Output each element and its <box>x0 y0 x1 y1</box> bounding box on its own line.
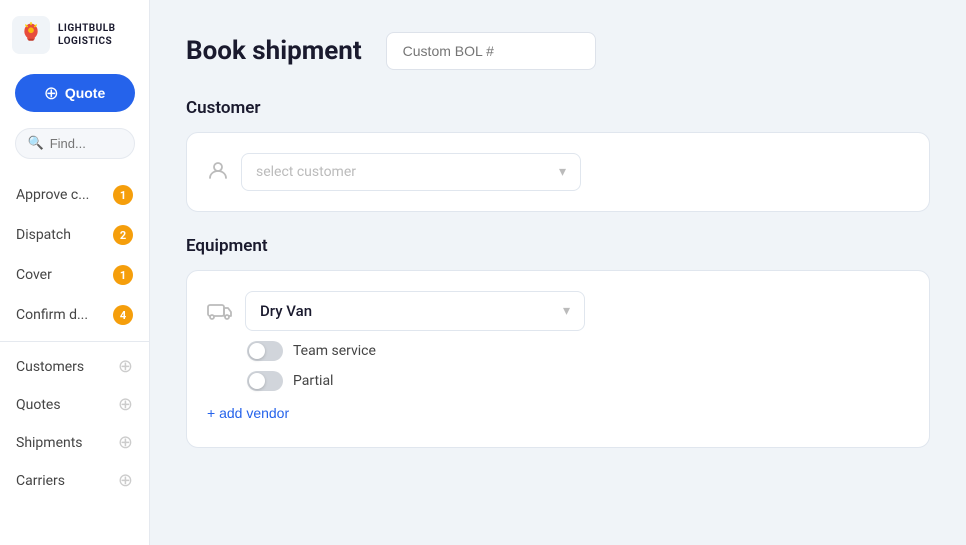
sidebar-item-shipments[interactable]: Shipments ⊕ <box>0 424 149 462</box>
partial-row: Partial <box>245 371 585 391</box>
badge-confirm: 4 <box>113 305 133 325</box>
customer-section-title: Customer <box>186 98 930 118</box>
customer-section: Customer select customer ▾ <box>186 98 930 212</box>
search-input[interactable] <box>50 136 130 151</box>
sidebar-item-customers[interactable]: Customers ⊕ <box>0 348 149 386</box>
sidebar-item-label-confirm: Confirm d... <box>16 307 88 323</box>
chevron-down-icon: ▾ <box>559 164 566 180</box>
customer-select-placeholder: select customer <box>256 164 356 180</box>
plus-circle-carriers: ⊕ <box>118 472 133 490</box>
quote-button-label: Quote <box>65 85 105 101</box>
sidebar-nav: Approve c... 1 Dispatch 2 Cover 1 Confir… <box>0 175 149 500</box>
sidebar-item-quotes[interactable]: Quotes ⊕ <box>0 386 149 424</box>
sidebar: LIGHTBULB LOGISTICS ⊕ Quote 🔍 Approve c.… <box>0 0 150 545</box>
search-box[interactable]: 🔍 <box>15 128 135 159</box>
team-service-toggle[interactable] <box>247 341 283 361</box>
nav-divider <box>0 341 149 342</box>
plus-circle-customers: ⊕ <box>118 358 133 376</box>
sidebar-item-label-cover: Cover <box>16 267 52 283</box>
plus-circle-quotes: ⊕ <box>118 396 133 414</box>
sidebar-item-label-dispatch: Dispatch <box>16 227 71 243</box>
equipment-row: Dry Van ▾ Team service Partial <box>207 291 909 391</box>
customer-select-dropdown[interactable]: select customer ▾ <box>241 153 581 191</box>
customer-select-row: select customer ▾ <box>207 153 909 191</box>
search-icon: 🔍 <box>28 136 44 151</box>
bol-input[interactable] <box>386 32 596 70</box>
logo-text: LIGHTBULB LOGISTICS <box>58 22 116 48</box>
sidebar-item-label-carriers: Carriers <box>16 473 65 489</box>
partial-toggle[interactable] <box>247 371 283 391</box>
equipment-select-dropdown[interactable]: Dry Van ▾ <box>245 291 585 331</box>
equipment-card: Dry Van ▾ Team service Partial + add ven… <box>186 270 930 448</box>
quote-button[interactable]: ⊕ Quote <box>15 74 135 112</box>
sidebar-item-label-approve: Approve c... <box>16 187 89 203</box>
badge-cover: 1 <box>113 265 133 285</box>
main-content: Book shipment Customer select customer ▾ <box>150 0 966 545</box>
plus-icon: ⊕ <box>44 84 59 102</box>
page-header: Book shipment <box>186 32 930 70</box>
customer-card: select customer ▾ <box>186 132 930 212</box>
sidebar-item-cover[interactable]: Cover 1 <box>0 255 149 295</box>
sidebar-item-dispatch[interactable]: Dispatch 2 <box>0 215 149 255</box>
team-service-label: Team service <box>293 343 376 359</box>
add-vendor-button[interactable]: + add vendor <box>207 399 289 427</box>
equipment-select-value: Dry Van <box>260 302 312 320</box>
sidebar-item-carriers[interactable]: Carriers ⊕ <box>0 462 149 500</box>
sidebar-item-label-customers: Customers <box>16 359 84 375</box>
equipment-section-title: Equipment <box>186 236 930 256</box>
sidebar-item-approve[interactable]: Approve c... 1 <box>0 175 149 215</box>
equipment-section: Equipment Dry Van ▾ <box>186 236 930 448</box>
truck-icon <box>207 299 233 327</box>
badge-approve: 1 <box>113 185 133 205</box>
partial-label: Partial <box>293 373 333 389</box>
equipment-controls: Dry Van ▾ Team service Partial <box>245 291 585 391</box>
sidebar-item-label-shipments: Shipments <box>16 435 83 451</box>
logo-icon <box>12 16 50 54</box>
sidebar-item-label-quotes: Quotes <box>16 397 61 413</box>
equipment-chevron-icon: ▾ <box>563 303 570 319</box>
plus-circle-shipments: ⊕ <box>118 434 133 452</box>
logo-area: LIGHTBULB LOGISTICS <box>0 16 149 74</box>
user-icon <box>207 159 229 186</box>
badge-dispatch: 2 <box>113 225 133 245</box>
team-service-row: Team service <box>245 341 585 361</box>
sidebar-item-confirm[interactable]: Confirm d... 4 <box>0 295 149 335</box>
page-title: Book shipment <box>186 36 362 66</box>
